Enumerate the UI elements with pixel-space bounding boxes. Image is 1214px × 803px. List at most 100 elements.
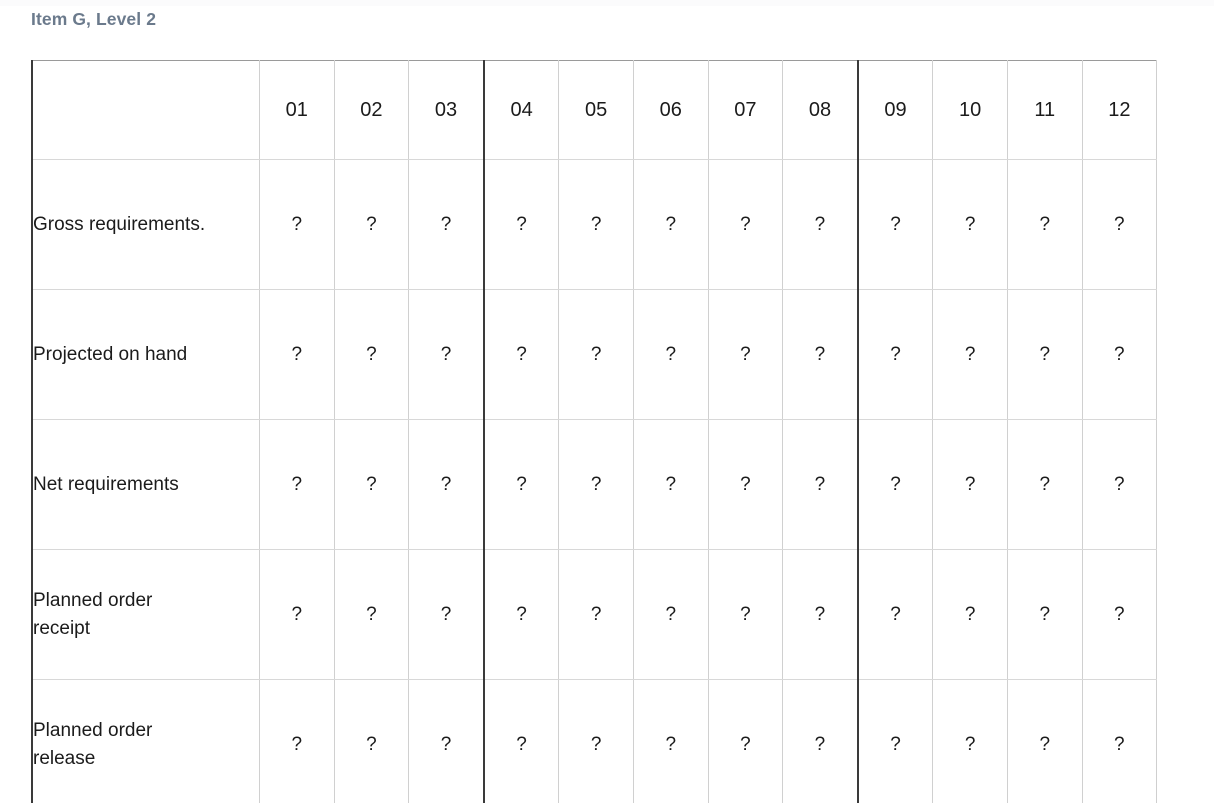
cell-planned-order-release-07[interactable]: ? (707, 679, 784, 803)
cell-planned-order-receipt-01[interactable]: ? (259, 549, 335, 680)
column-header-09: 09 (856, 60, 934, 160)
cell-value: ? (291, 343, 303, 365)
cell-value: ? (1114, 603, 1125, 625)
cell-gross-requirements-05[interactable]: ? (558, 159, 634, 290)
cell-projected-on-hand-09[interactable]: ? (856, 289, 934, 420)
cell-gross-requirements-07[interactable]: ? (707, 159, 784, 290)
cell-projected-on-hand-12[interactable]: ? (1081, 289, 1158, 420)
cell-net-requirements-04[interactable]: ? (482, 419, 560, 550)
cell-projected-on-hand-03[interactable]: ? (408, 289, 485, 420)
cell-net-requirements-09[interactable]: ? (856, 419, 934, 550)
cell-value: ? (1114, 473, 1125, 495)
cell-value: ? (590, 733, 602, 755)
cell-value: ? (291, 213, 303, 235)
cell-value: ? (516, 213, 527, 235)
cell-gross-requirements-12[interactable]: ? (1081, 159, 1158, 290)
column-header-12: 12 (1081, 60, 1158, 160)
cell-gross-requirements-04[interactable]: ? (482, 159, 560, 290)
column-header-03: 03 (408, 60, 485, 160)
page-title: Item G, Level 2 (31, 9, 157, 29)
cell-net-requirements-07[interactable]: ? (707, 419, 784, 550)
cell-net-requirements-11[interactable]: ? (1006, 419, 1083, 550)
cell-planned-order-release-12[interactable]: ? (1081, 679, 1158, 803)
cell-value: ? (1114, 733, 1125, 755)
cell-gross-requirements-11[interactable]: ? (1006, 159, 1083, 290)
cell-planned-order-receipt-02[interactable]: ? (333, 549, 410, 680)
cell-gross-requirements-09[interactable]: ? (856, 159, 934, 290)
cell-value: ? (665, 473, 677, 495)
cell-value: ? (590, 213, 602, 235)
cell-value: ? (665, 343, 677, 365)
cell-net-requirements-03[interactable]: ? (408, 419, 485, 550)
cell-planned-order-release-09[interactable]: ? (856, 679, 934, 803)
cell-projected-on-hand-11[interactable]: ? (1006, 289, 1083, 420)
cell-projected-on-hand-10[interactable]: ? (932, 289, 1008, 420)
cell-value: ? (440, 473, 452, 495)
cell-planned-order-release-08[interactable]: ? (782, 679, 859, 803)
cell-gross-requirements-06[interactable]: ? (632, 159, 709, 290)
table-row: Projected on hand ? ? ? ? ? ? ? ? ? ? ? … (31, 289, 1158, 420)
column-header-05: 05 (558, 60, 634, 160)
cell-value: ? (366, 213, 377, 235)
cell-value: ? (516, 603, 527, 625)
top-background-band (0, 0, 1214, 6)
cell-value: ? (814, 343, 826, 365)
cell-gross-requirements-01[interactable]: ? (259, 159, 335, 290)
cell-net-requirements-05[interactable]: ? (558, 419, 634, 550)
column-header-01: 01 (259, 60, 335, 160)
cell-planned-order-receipt-11[interactable]: ? (1006, 549, 1083, 680)
cell-projected-on-hand-05[interactable]: ? (558, 289, 634, 420)
cell-value: ? (291, 473, 303, 495)
cell-value: ? (740, 473, 751, 495)
cell-net-requirements-02[interactable]: ? (333, 419, 410, 550)
column-header-10: 10 (932, 60, 1008, 160)
cell-net-requirements-08[interactable]: ? (782, 419, 859, 550)
cell-planned-order-release-05[interactable]: ? (558, 679, 634, 803)
cell-planned-order-release-01[interactable]: ? (259, 679, 335, 803)
cell-net-requirements-10[interactable]: ? (932, 419, 1008, 550)
cell-value: ? (740, 213, 751, 235)
cell-planned-order-release-03[interactable]: ? (408, 679, 485, 803)
cell-gross-requirements-08[interactable]: ? (782, 159, 859, 290)
cell-planned-order-release-04[interactable]: ? (482, 679, 560, 803)
cell-value: ? (1114, 213, 1125, 235)
page-root: Item G, Level 2 01 02 03 04 05 06 07 08 … (0, 0, 1214, 803)
column-header-08: 08 (782, 60, 859, 160)
row-label-net-requirements: Net requirements (31, 419, 260, 550)
cell-value: ? (964, 343, 976, 365)
row-label-projected-on-hand: Projected on hand (31, 289, 260, 420)
cell-planned-order-release-10[interactable]: ? (932, 679, 1008, 803)
cell-planned-order-release-06[interactable]: ? (632, 679, 709, 803)
cell-value: ? (890, 473, 901, 495)
cell-planned-order-release-02[interactable]: ? (333, 679, 410, 803)
cell-planned-order-receipt-08[interactable]: ? (782, 549, 859, 680)
cell-projected-on-hand-01[interactable]: ? (259, 289, 335, 420)
cell-value: ? (1039, 603, 1051, 625)
cell-projected-on-hand-08[interactable]: ? (782, 289, 859, 420)
cell-planned-order-receipt-10[interactable]: ? (932, 549, 1008, 680)
cell-projected-on-hand-04[interactable]: ? (482, 289, 560, 420)
cell-net-requirements-12[interactable]: ? (1081, 419, 1158, 550)
cell-planned-order-receipt-12[interactable]: ? (1081, 549, 1158, 680)
table-row: Planned order receipt ? ? ? ? ? ? ? ? ? … (31, 549, 1158, 680)
cell-planned-order-receipt-09[interactable]: ? (856, 549, 934, 680)
cell-gross-requirements-10[interactable]: ? (932, 159, 1008, 290)
cell-value: ? (665, 213, 677, 235)
cell-planned-order-receipt-03[interactable]: ? (408, 549, 485, 680)
column-header-07: 07 (707, 60, 784, 160)
cell-projected-on-hand-06[interactable]: ? (632, 289, 709, 420)
cell-value: ? (590, 343, 602, 365)
cell-planned-order-receipt-04[interactable]: ? (482, 549, 560, 680)
cell-planned-order-receipt-05[interactable]: ? (558, 549, 634, 680)
cell-gross-requirements-03[interactable]: ? (408, 159, 485, 290)
cell-projected-on-hand-02[interactable]: ? (333, 289, 410, 420)
cell-projected-on-hand-07[interactable]: ? (707, 289, 784, 420)
cell-gross-requirements-02[interactable]: ? (333, 159, 410, 290)
cell-planned-order-release-11[interactable]: ? (1006, 679, 1083, 803)
cell-net-requirements-06[interactable]: ? (632, 419, 709, 550)
cell-value: ? (440, 213, 452, 235)
cell-planned-order-receipt-07[interactable]: ? (707, 549, 784, 680)
cell-planned-order-receipt-06[interactable]: ? (632, 549, 709, 680)
cell-value: ? (1114, 343, 1125, 365)
cell-net-requirements-01[interactable]: ? (259, 419, 335, 550)
